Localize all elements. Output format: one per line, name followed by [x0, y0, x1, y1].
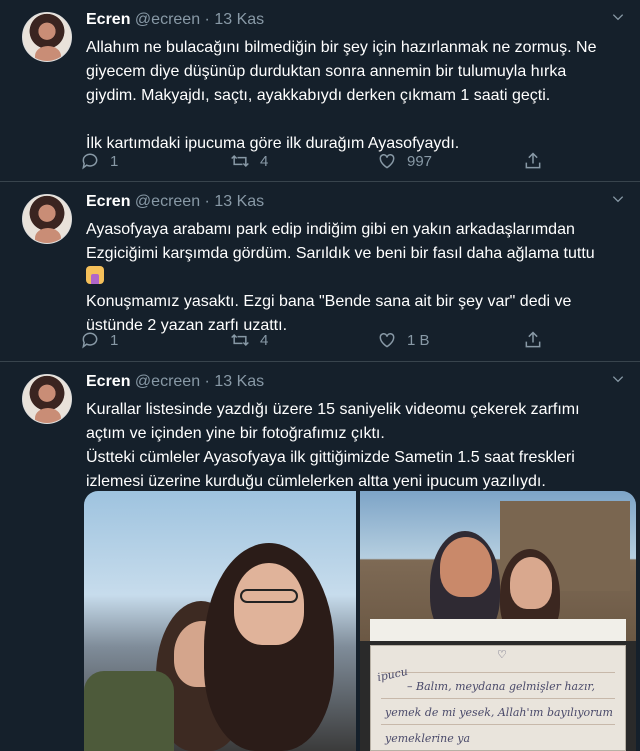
separator-dot: ·	[204, 373, 210, 390]
photo-with-card[interactable]: ♡ ipucu – Balım, meydana gelmişler hazır…	[360, 491, 636, 751]
share-icon	[525, 152, 541, 169]
tweet-date[interactable]: 13 Kas	[214, 373, 264, 390]
card-line	[381, 724, 615, 725]
retweet-icon	[231, 154, 249, 168]
jacket-left	[84, 671, 174, 751]
reply-button[interactable]: 1	[80, 151, 118, 171]
like-button[interactable]: 1 B	[377, 330, 430, 350]
avatar[interactable]	[22, 12, 72, 62]
chevron-down-icon[interactable]	[610, 10, 626, 26]
avatar[interactable]	[22, 194, 72, 244]
tweet-date[interactable]: 13 Kas	[214, 193, 264, 210]
tweet-actions: 1 4 1 B	[80, 330, 560, 350]
face-right	[234, 563, 304, 645]
tweet-text: Kurallar listesinde yazdığı üzere 15 san…	[86, 398, 621, 494]
tweet-text-content: Allahım ne bulacağını bilmediğin bir şey…	[86, 39, 597, 152]
retweet-button[interactable]: 4	[230, 151, 268, 171]
heart-icon	[379, 332, 395, 348]
handle[interactable]: @ecreen	[135, 11, 200, 28]
share-button[interactable]	[523, 151, 553, 171]
like-count: 1 B	[407, 331, 430, 349]
handle[interactable]: @ecreen	[135, 193, 200, 210]
reply-button[interactable]: 1	[80, 330, 118, 350]
avatar[interactable]	[22, 374, 72, 424]
card-text-2: yemek de mi yesek, Allah'ım bayılıyorum	[385, 706, 613, 719]
reply-icon	[82, 153, 98, 170]
retweet-count: 4	[260, 331, 269, 349]
card-text-3: yemeklerine ya	[385, 732, 470, 745]
reply-count: 1	[110, 152, 119, 170]
face-man	[440, 537, 492, 597]
share-button[interactable]	[523, 330, 553, 350]
share-icon	[525, 331, 541, 348]
tweet-text-content: Ayasofyaya arabamı park edip indiğim gib…	[86, 221, 595, 262]
woman-tipping-hand-emoji-icon	[86, 266, 104, 284]
retweet-count: 4	[260, 152, 269, 170]
tweet-header: Ecren @ecreen · 13 Kas	[86, 192, 264, 212]
card-line	[381, 698, 615, 699]
tweet-text-content: Kurallar listesinde yazdığı üzere 15 san…	[86, 401, 580, 490]
display-name[interactable]: Ecren	[86, 373, 130, 390]
display-name[interactable]: Ecren	[86, 11, 130, 28]
like-button[interactable]: 997	[377, 151, 432, 171]
held-paper	[370, 619, 626, 641]
card-title: ipucu	[375, 664, 409, 685]
tweet-1[interactable]: Ecren @ecreen · 13 Kas Allahım ne bulaca…	[0, 0, 640, 182]
separator-dot: ·	[204, 193, 210, 210]
display-name[interactable]: Ecren	[86, 193, 130, 210]
handle[interactable]: @ecreen	[135, 373, 200, 390]
heart-icon	[379, 153, 395, 169]
tweet-media: ♡ ipucu – Balım, meydana gelmişler hazır…	[84, 491, 636, 751]
like-count: 997	[407, 152, 433, 170]
tweet-header: Ecren @ecreen · 13 Kas	[86, 10, 264, 30]
face-woman	[510, 557, 552, 609]
tweet-text: Ayasofyaya arabamı park edip indiğim gib…	[86, 218, 621, 338]
chevron-down-icon[interactable]	[610, 372, 626, 388]
tweet-2[interactable]: Ecren @ecreen · 13 Kas Ayasofyaya arabam…	[0, 182, 640, 362]
reply-icon	[82, 332, 98, 349]
tweet-text: Allahım ne bulacağını bilmediğin bir şey…	[86, 36, 621, 156]
photo-selfie[interactable]	[84, 491, 356, 751]
card-heart: ♡	[497, 648, 507, 661]
tweet-actions: 1 4 997	[80, 151, 560, 171]
photo-couple	[360, 491, 636, 641]
reply-count: 1	[110, 331, 119, 349]
separator-dot: ·	[204, 11, 210, 28]
retweet-icon	[231, 333, 249, 347]
tweet-header: Ecren @ecreen · 13 Kas	[86, 372, 264, 392]
retweet-button[interactable]: 4	[230, 330, 268, 350]
chevron-down-icon[interactable]	[610, 192, 626, 208]
card-text-1: – Balım, meydana gelmişler hazır,	[407, 680, 595, 693]
glasses	[240, 589, 298, 603]
tweet-date[interactable]: 13 Kas	[214, 11, 264, 28]
card-line	[381, 672, 615, 673]
clue-card: ♡ ipucu – Balım, meydana gelmişler hazır…	[370, 645, 626, 751]
